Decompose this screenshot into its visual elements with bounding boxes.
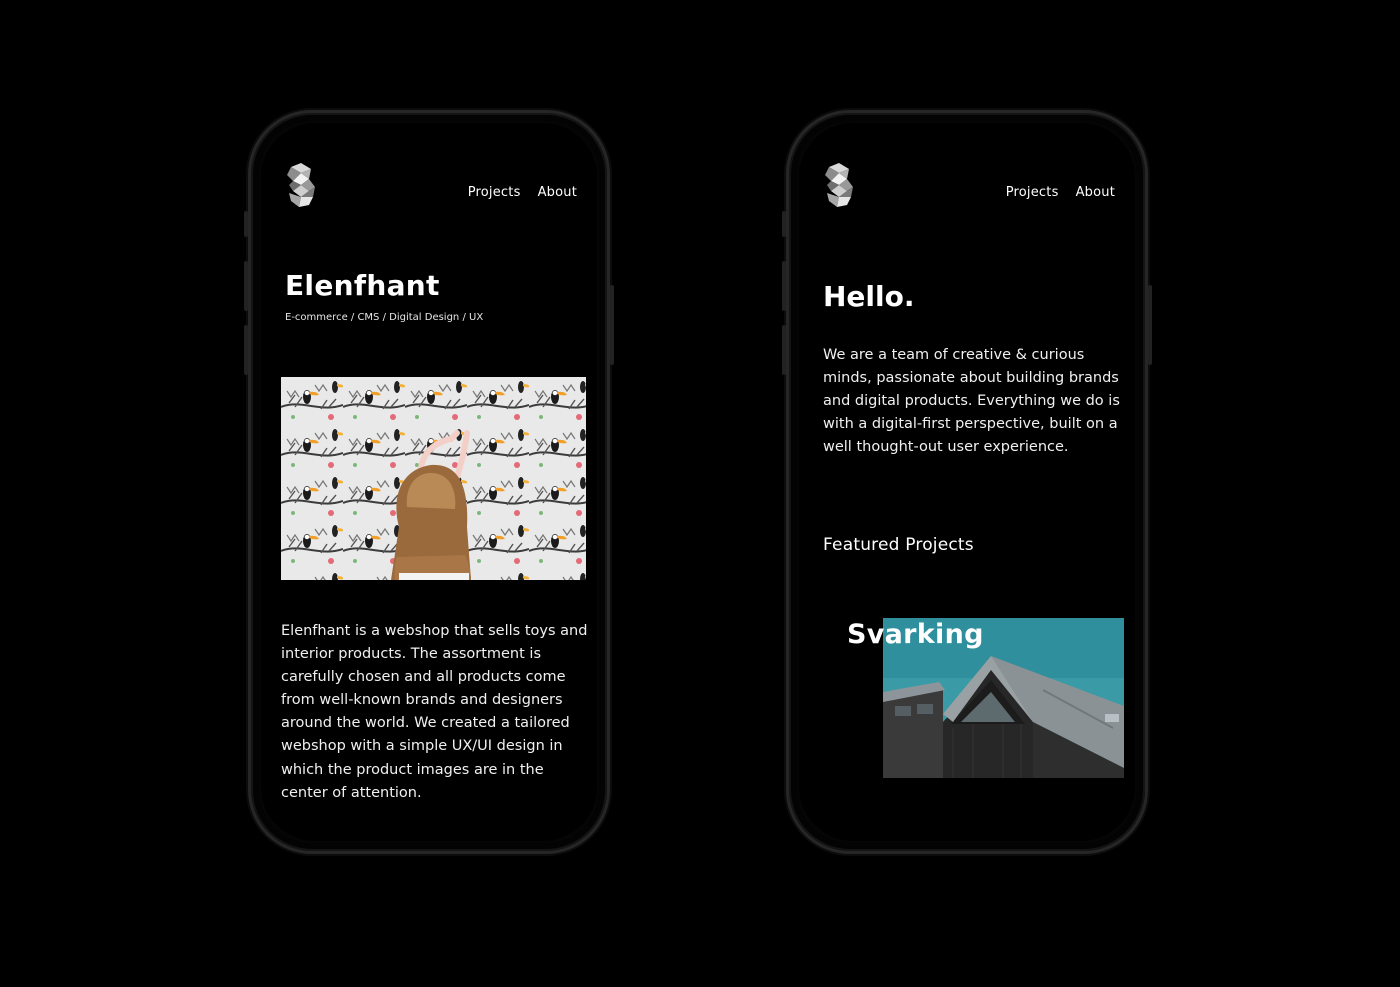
power-button: [1148, 285, 1152, 365]
featured-projects-heading: Featured Projects: [823, 535, 974, 555]
logo-icon[interactable]: [823, 163, 855, 207]
featured-project-title[interactable]: Svarking: [847, 619, 984, 650]
volume-down-button: [244, 325, 248, 375]
phone-home: Projects About Hello. We are a team of c…: [782, 110, 1152, 854]
project-title: Elenfhant: [285, 269, 440, 302]
volume-up-button: [782, 261, 786, 311]
nav-about-link[interactable]: About: [1076, 185, 1115, 200]
nav-projects-link[interactable]: Projects: [1006, 185, 1059, 200]
project-tags: E-commerce / CMS / Digital Design / UX: [285, 312, 484, 323]
screen: Projects About Hello. We are a team of c…: [799, 123, 1135, 841]
top-nav: Projects About: [468, 185, 577, 200]
mute-switch: [244, 211, 248, 237]
top-nav: Projects About: [1006, 185, 1115, 200]
volume-up-button: [244, 261, 248, 311]
logo-icon[interactable]: [285, 163, 317, 207]
volume-down-button: [782, 325, 786, 375]
mute-switch: [782, 211, 786, 237]
nav-about-link[interactable]: About: [538, 185, 577, 200]
about-paragraph: We are a team of creative & curious mind…: [823, 347, 1120, 455]
nav-projects-link[interactable]: Projects: [468, 185, 521, 200]
hero-heading: Hello.: [823, 280, 915, 313]
power-button: [610, 285, 614, 365]
phone-project-detail: Projects About Elenfhant E-commerce / CM…: [244, 110, 614, 854]
project-description: Elenfhant is a webshop that sells toys a…: [281, 623, 588, 801]
project-image[interactable]: [281, 377, 586, 580]
screen: Projects About Elenfhant E-commerce / CM…: [261, 123, 597, 841]
